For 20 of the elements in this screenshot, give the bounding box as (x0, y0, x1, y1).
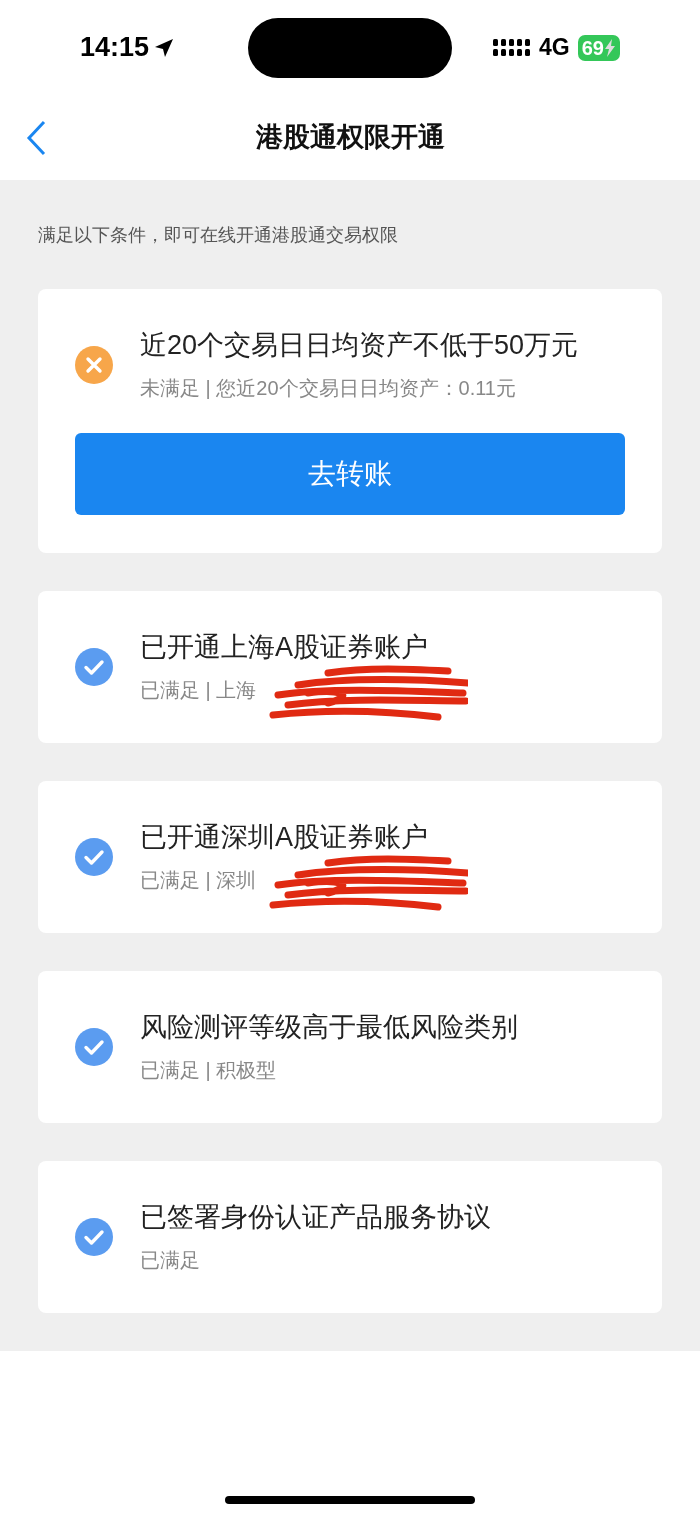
condition-title: 近20个交易日日均资产不低于50万元 (140, 329, 580, 362)
condition-title: 已签署身份认证产品服务协议 (140, 1201, 492, 1234)
status-time: 14:15 (80, 31, 150, 65)
condition-status: 已满足 | 深圳 (140, 869, 257, 891)
intro-text: 满足以下条件，即可在线开通港股通交易权限 (38, 224, 399, 247)
bolt-icon (604, 38, 616, 57)
network-label: 4G (539, 33, 570, 63)
condition-status: 已满足 | 积极型 (140, 1059, 277, 1081)
condition-title: 风险测评等级高于最低风险类别 (140, 1011, 519, 1044)
back-icon[interactable] (26, 119, 46, 156)
condition-title: 已开通上海A股证券账户 (140, 631, 429, 664)
page-title: 港股通权限开通 (255, 121, 445, 155)
transfer-button[interactable]: 去转账 (75, 433, 625, 515)
condition-title: 已开通深圳A股证券账户 (140, 821, 429, 854)
signal-icon (493, 36, 532, 59)
condition-status: 已满足 | 上海 (140, 679, 257, 701)
battery-indicator: 69 (577, 34, 620, 61)
condition-status: 已满足 (140, 1249, 200, 1271)
condition-status: 未满足 | 您近20个交易日日均资产：0.11元 (140, 377, 516, 399)
location-arrow-icon (153, 36, 176, 59)
